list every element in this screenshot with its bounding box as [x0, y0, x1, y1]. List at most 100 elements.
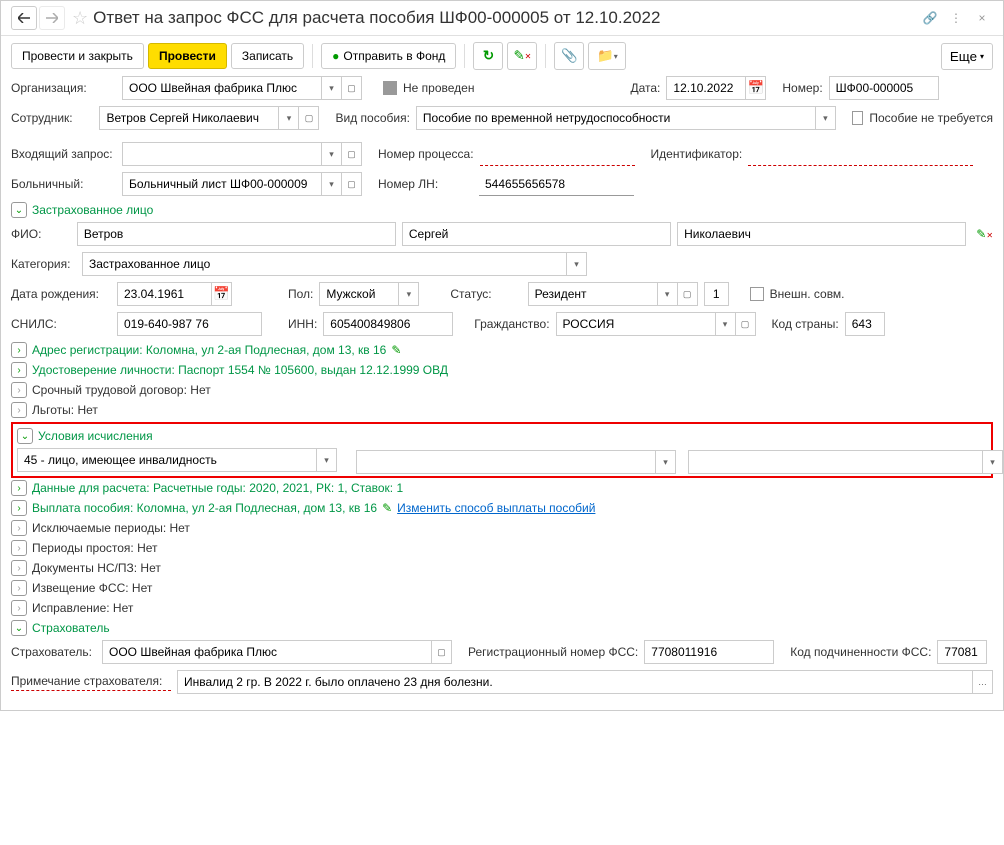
- calc-data-section[interactable]: › Данные для расчета: Расчетные годы: 20…: [11, 480, 993, 496]
- inn-input[interactable]: [323, 312, 453, 336]
- post-button[interactable]: Провести: [148, 43, 227, 69]
- change-payment-link[interactable]: Изменить способ выплаты пособий: [397, 501, 595, 515]
- insurer-section[interactable]: ⌄ Страхователь: [11, 620, 993, 636]
- sickleave-open-button[interactable]: ▢: [342, 172, 362, 196]
- send-button[interactable]: ●Отправить в Фонд: [321, 43, 456, 69]
- surname-input[interactable]: [77, 222, 396, 246]
- menu-icon[interactable]: ⋮: [945, 7, 967, 29]
- process-num-input[interactable]: [480, 142, 635, 166]
- insurer-input[interactable]: [102, 640, 432, 664]
- link-icon[interactable]: 🔗: [919, 7, 941, 29]
- gender-dropdown-button[interactable]: ▾: [399, 282, 419, 306]
- org-label: Организация:: [11, 81, 116, 95]
- notice-section[interactable]: › Извещение ФСС: Нет: [11, 580, 993, 596]
- org-input[interactable]: [122, 76, 322, 100]
- condition2-dropdown-button[interactable]: ▾: [656, 450, 676, 474]
- status-dropdown-button[interactable]: ▾: [658, 282, 678, 306]
- clear-button[interactable]: ✎✕: [507, 42, 537, 70]
- category-input[interactable]: [82, 252, 567, 276]
- post-close-button[interactable]: Провести и закрыть: [11, 43, 144, 69]
- page-title: Ответ на запрос ФСС для расчета пособия …: [93, 8, 915, 28]
- more-button[interactable]: Еще▾: [941, 43, 993, 70]
- status-icon: [383, 81, 397, 95]
- favorite-icon[interactable]: ☆: [72, 8, 88, 29]
- excluded-section[interactable]: › Исключаемые периоды: Нет: [11, 520, 993, 536]
- country-code-input[interactable]: [845, 312, 885, 336]
- save-button[interactable]: Записать: [231, 43, 304, 69]
- folder-button[interactable]: 📁▾: [588, 42, 626, 70]
- ln-number-input[interactable]: [479, 172, 634, 196]
- note-expand-button[interactable]: …: [973, 670, 993, 694]
- benefit-type-input[interactable]: [416, 106, 816, 130]
- correction-section[interactable]: › Исправление: Нет: [11, 600, 993, 616]
- org-dropdown-button[interactable]: ▾: [322, 76, 342, 100]
- edit-payment-icon[interactable]: ✎: [382, 501, 392, 515]
- downtime-section[interactable]: › Периоды простоя: Нет: [11, 540, 993, 556]
- employee-label: Сотрудник:: [11, 111, 93, 125]
- identifier-input[interactable]: [748, 142, 973, 166]
- edit-fio-icon[interactable]: ✎✕: [976, 227, 993, 241]
- external-label: Внешн. совм.: [770, 287, 845, 301]
- attach-button[interactable]: 📎: [554, 42, 584, 70]
- condition-input[interactable]: [17, 448, 317, 472]
- incoming-req-dropdown-button[interactable]: ▾: [322, 142, 342, 166]
- chevron-down-icon: ⌄: [17, 428, 33, 444]
- employee-open-button[interactable]: ▢: [299, 106, 319, 130]
- citizenship-input[interactable]: [556, 312, 716, 336]
- no-benefit-label: Пособие не требуется: [869, 111, 993, 125]
- note-input[interactable]: [177, 670, 973, 694]
- sub-input[interactable]: [937, 640, 987, 664]
- insurer-open-button[interactable]: ▢: [432, 640, 452, 664]
- condition3-input[interactable]: [688, 450, 983, 474]
- condition2-input[interactable]: [356, 450, 656, 474]
- birthdate-picker-button[interactable]: 📅: [212, 282, 232, 306]
- category-dropdown-button[interactable]: ▾: [567, 252, 587, 276]
- benefit-type-dropdown-button[interactable]: ▾: [816, 106, 836, 130]
- status-open-button[interactable]: ▢: [678, 282, 698, 306]
- insured-section-header[interactable]: ⌄ Застрахованное лицо: [11, 202, 993, 218]
- edit-address-icon[interactable]: ✎: [391, 343, 401, 357]
- identity-section[interactable]: › Удостоверение личности: Паспорт 1554 №…: [11, 362, 993, 378]
- incoming-req-open-button[interactable]: ▢: [342, 142, 362, 166]
- contract-section[interactable]: › Срочный трудовой договор: Нет: [11, 382, 993, 398]
- reg-input[interactable]: [644, 640, 774, 664]
- external-checkbox[interactable]: [750, 287, 764, 301]
- birthdate-input[interactable]: [117, 282, 212, 306]
- refresh-button[interactable]: ↻: [473, 42, 503, 70]
- sickleave-dropdown-button[interactable]: ▾: [322, 172, 342, 196]
- benefits-section[interactable]: › Льготы: Нет: [11, 402, 993, 418]
- status-code-input[interactable]: [704, 282, 729, 306]
- sickleave-input[interactable]: [122, 172, 322, 196]
- forward-button[interactable]: [39, 6, 65, 30]
- snils-input[interactable]: [117, 312, 262, 336]
- country-code-label: Код страны:: [772, 317, 839, 331]
- condition-dropdown-button[interactable]: ▾: [317, 448, 337, 472]
- process-num-label: Номер процесса:: [378, 147, 474, 161]
- identifier-label: Идентификатор:: [651, 147, 743, 161]
- docs-section[interactable]: › Документы НС/ПЗ: Нет: [11, 560, 993, 576]
- address-section[interactable]: › Адрес регистрации: Коломна, ул 2-ая По…: [11, 342, 993, 358]
- date-picker-button[interactable]: 📅: [746, 76, 766, 100]
- gender-input[interactable]: [319, 282, 399, 306]
- chevron-right-icon: ›: [11, 500, 27, 516]
- status-input[interactable]: [528, 282, 658, 306]
- condition3-dropdown-button[interactable]: ▾: [983, 450, 1003, 474]
- citizenship-dropdown-button[interactable]: ▾: [716, 312, 736, 336]
- org-open-button[interactable]: ▢: [342, 76, 362, 100]
- close-icon[interactable]: ×: [971, 7, 993, 29]
- patronymic-input[interactable]: [677, 222, 966, 246]
- citizenship-open-button[interactable]: ▢: [736, 312, 756, 336]
- employee-input[interactable]: [99, 106, 279, 130]
- conditions-section[interactable]: ⌄ Условия исчисления: [17, 428, 987, 444]
- incoming-req-input[interactable]: [122, 142, 322, 166]
- sickleave-label: Больничный:: [11, 177, 116, 191]
- date-input[interactable]: [666, 76, 746, 100]
- no-benefit-checkbox[interactable]: [852, 111, 863, 125]
- chevron-right-icon: ›: [11, 520, 27, 536]
- payment-section[interactable]: › Выплата пособия: Коломна, ул 2-ая Подл…: [11, 500, 993, 516]
- name-input[interactable]: [402, 222, 671, 246]
- employee-dropdown-button[interactable]: ▾: [279, 106, 299, 130]
- back-button[interactable]: [11, 6, 37, 30]
- number-input[interactable]: [829, 76, 939, 100]
- gender-label: Пол:: [288, 287, 313, 301]
